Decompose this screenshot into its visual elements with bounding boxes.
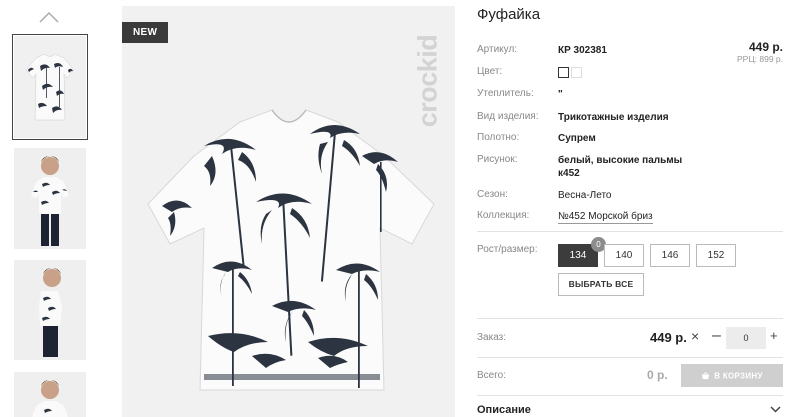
main-product-image[interactable]: NEW crockid <box>122 6 455 417</box>
thumbnail-tshirt-front[interactable] <box>12 34 88 140</box>
chevron-down-icon[interactable] <box>770 405 781 413</box>
size-option-146[interactable]: 146 <box>650 244 690 267</box>
add-to-cart-button[interactable]: В КОРЗИНУ <box>681 364 783 387</box>
color-swatch-selected[interactable] <box>558 66 569 78</box>
detail-label: Утеплитель: <box>477 88 534 99</box>
divider <box>477 357 783 358</box>
description-toggle[interactable]: Описание <box>477 404 531 416</box>
color-swatches <box>558 66 584 79</box>
detail-label: Артикул: <box>477 44 518 55</box>
divider <box>477 318 783 319</box>
divider <box>477 231 783 232</box>
detail-value-line2: к452 <box>558 168 580 179</box>
quantity-input[interactable] <box>726 327 766 349</box>
brand-logo: crockid <box>412 16 443 146</box>
size-option-140[interactable]: 140 <box>604 244 644 267</box>
detail-label: Цвет: <box>477 66 503 77</box>
brand-logo-text: crockid <box>412 34 443 128</box>
detail-value: КР 302381 <box>558 45 607 56</box>
thumbnail-model-side[interactable] <box>14 260 86 360</box>
thumbnail-model-back[interactable] <box>14 372 86 417</box>
size-label: Рост/размер: <box>477 244 538 255</box>
basket-icon <box>702 372 710 380</box>
total-label: Всего: <box>477 370 506 381</box>
detail-value: Супрем <box>558 133 596 144</box>
recommended-price: РРЦ: 899 р. <box>737 54 783 64</box>
multiply-icon: × <box>691 328 700 344</box>
new-badge: NEW <box>122 22 169 43</box>
detail-value: Трикотажные изделия <box>558 112 669 123</box>
detail-label: Полотно: <box>477 132 520 143</box>
divider <box>477 395 783 396</box>
detail-value: " <box>558 89 563 100</box>
add-to-cart-label: В КОРЗИНУ <box>714 371 763 381</box>
detail-label: Рисунок: <box>477 154 518 165</box>
detail-label: Сезон: <box>477 189 508 200</box>
thumbnail-model-front[interactable] <box>14 148 86 249</box>
detail-value: Весна-Лето <box>558 190 612 201</box>
select-all-sizes-button[interactable]: ВЫБРАТЬ ВСЕ <box>558 273 644 296</box>
chevron-up-icon[interactable] <box>38 10 60 24</box>
detail-value: белый, высокие пальмы <box>558 155 683 166</box>
decrease-quantity-button[interactable]: – <box>712 327 721 345</box>
order-unit-price: 449 р. <box>650 330 687 345</box>
thumbnail-column <box>0 0 100 417</box>
detail-label: Вид изделия: <box>477 111 539 122</box>
collection-link[interactable]: №452 Морской бриз <box>558 210 653 224</box>
total-value: 0 р. <box>647 368 668 382</box>
increase-quantity-button[interactable]: + <box>770 328 778 343</box>
order-label: Заказ: <box>477 332 507 343</box>
detail-label: Коллекция: <box>477 210 530 221</box>
product-price: 449 р. <box>748 40 783 54</box>
size-option-152[interactable]: 152 <box>696 244 736 267</box>
tshirt-illustration <box>122 6 455 417</box>
color-swatch[interactable] <box>571 66 582 78</box>
product-title: Фуфайка <box>477 6 541 23</box>
